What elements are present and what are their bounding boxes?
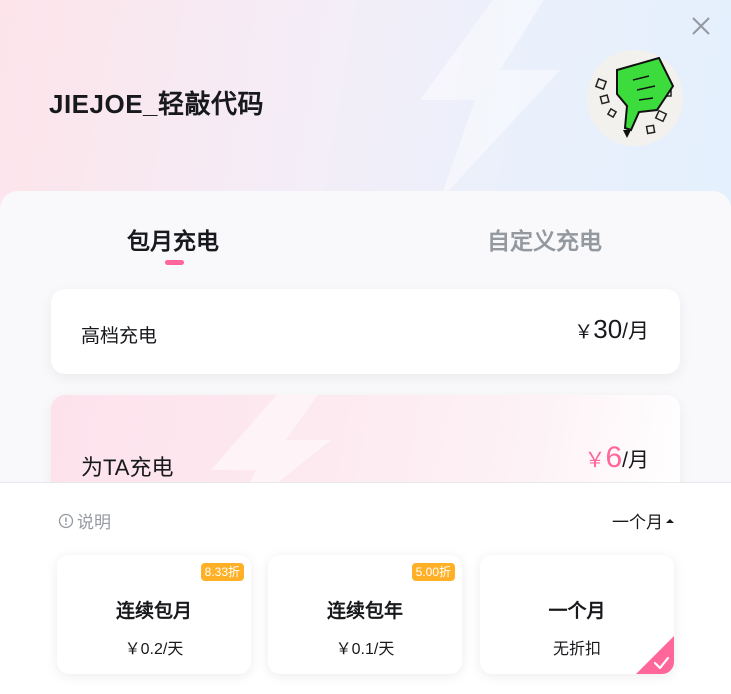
tier-price: ￥30/月 (574, 314, 649, 345)
discount-badge: 8.33折 (200, 563, 244, 581)
currency-symbol: ￥ (584, 449, 606, 472)
tier-card-high[interactable]: 高档充电 ￥30/月 (51, 289, 680, 374)
avatar[interactable] (587, 50, 683, 146)
close-button[interactable] (688, 13, 714, 39)
explain-link[interactable]: 说明 (58, 508, 111, 533)
page-title: JIEJOE_轻敲代码 (49, 89, 265, 119)
plan-name: 连续包月 (115, 601, 192, 622)
period-selector[interactable]: 一个月 (612, 508, 675, 533)
tab-custom-charge[interactable]: 自定义充电 (487, 222, 602, 256)
tier-label: 为TA充电 (81, 455, 174, 480)
price-unit: /月 (622, 320, 649, 343)
plan-option-monthly-auto[interactable]: 8.33折 连续包月 ￥0.2/天 (57, 555, 251, 674)
plan-price: ￥0.2/天 (124, 641, 184, 658)
plan-name: 连续包年 (326, 601, 403, 622)
caret-up-icon (666, 518, 674, 523)
price-amount: 6 (605, 441, 623, 474)
plan-name: 一个月 (548, 601, 606, 622)
plan-option-one-month[interactable]: 一个月 无折扣 (480, 555, 674, 674)
period-label: 一个月 (612, 513, 663, 532)
plan-option-yearly-auto[interactable]: 5.00折 连续包年 ￥0.1/天 (268, 555, 462, 674)
plan-price: ￥0.1/天 (335, 641, 395, 658)
price-unit: /月 (622, 449, 649, 472)
explain-label: 说明 (77, 513, 111, 532)
discount-badge: 5.00折 (411, 563, 455, 581)
info-circle-icon (58, 513, 74, 528)
currency-symbol: ￥ (574, 322, 594, 343)
lightning-bolt-decoration (420, 0, 560, 200)
finger-avatar-icon (587, 50, 683, 146)
tier-price: ￥6/月 (584, 441, 649, 475)
tier-label: 高档充电 (81, 326, 158, 347)
active-tab-indicator (165, 260, 184, 265)
selected-check-icon (636, 636, 674, 674)
tab-monthly-charge[interactable]: 包月充电 (127, 222, 219, 256)
price-amount: 30 (593, 314, 623, 344)
close-icon (692, 17, 710, 35)
